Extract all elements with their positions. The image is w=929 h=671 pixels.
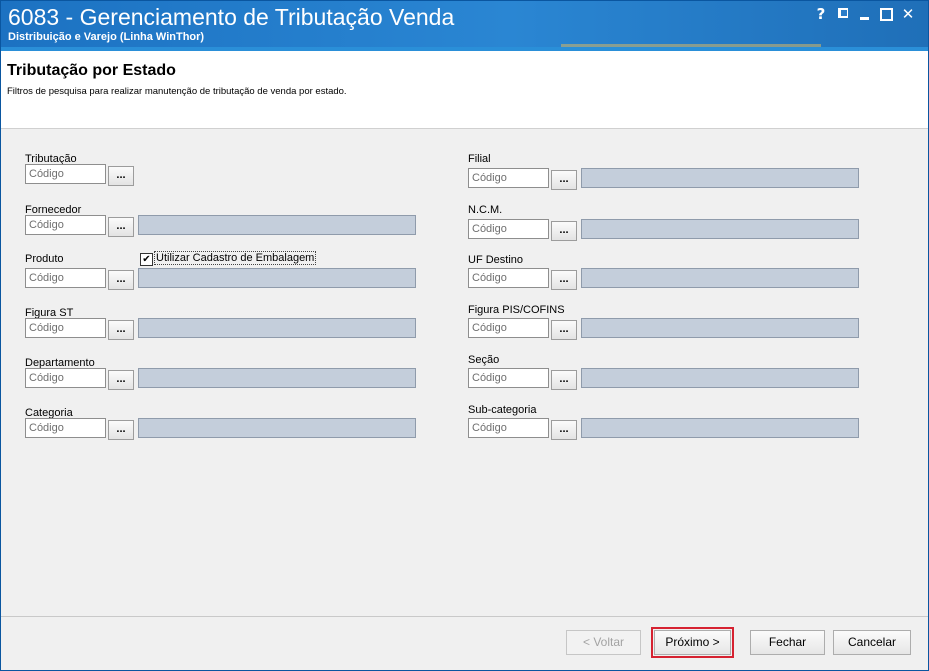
restore-icon bbox=[838, 8, 848, 18]
ncm-code-input[interactable] bbox=[468, 219, 549, 239]
categoria-description-field bbox=[138, 418, 416, 438]
page-description: Filtros de pesquisa para realizar manute… bbox=[7, 86, 347, 97]
cancel-button[interactable]: Cancelar bbox=[833, 630, 911, 655]
filial-label: Filial bbox=[468, 153, 491, 165]
close-button[interactable]: ✕ bbox=[898, 5, 918, 23]
filial-description-field bbox=[581, 168, 859, 188]
sub-categoria-code-input[interactable] bbox=[468, 418, 549, 438]
figura-pis-cofins-description-field bbox=[581, 318, 859, 338]
sub-categoria-description-field bbox=[581, 418, 859, 438]
maximize-icon bbox=[880, 8, 893, 21]
uf-destino-code-input[interactable] bbox=[468, 268, 549, 288]
page-title: Tributação por Estado bbox=[7, 62, 176, 79]
categoria-lookup-button[interactable]: ... bbox=[108, 420, 134, 440]
window-title: 6083 - Gerenciamento de Tributação Venda bbox=[8, 4, 455, 30]
sub-categoria-lookup-button[interactable]: ... bbox=[551, 420, 577, 440]
minimize-icon bbox=[860, 17, 869, 20]
next-button[interactable]: Próximo > bbox=[651, 627, 734, 658]
departamento-description-field bbox=[138, 368, 416, 388]
title-bar[interactable]: 6083 - Gerenciamento de Tributação Venda… bbox=[1, 1, 928, 47]
help-button[interactable]: ? bbox=[811, 5, 831, 23]
filter-form: Tributação ... Fornecedor ... Produto ..… bbox=[1, 129, 928, 616]
figura-pis-cofins-lookup-button[interactable]: ... bbox=[551, 320, 577, 340]
figura-st-code-input[interactable] bbox=[25, 318, 106, 338]
filial-lookup-button[interactable]: ... bbox=[551, 170, 577, 190]
figura-pis-cofins-label: Figura PIS/COFINS bbox=[468, 304, 565, 316]
figura-st-lookup-button[interactable]: ... bbox=[108, 320, 134, 340]
secao-description-field bbox=[581, 368, 859, 388]
secao-code-input[interactable] bbox=[468, 368, 549, 388]
departamento-code-input[interactable] bbox=[25, 368, 106, 388]
figura-st-description-field bbox=[138, 318, 416, 338]
sub-categoria-label: Sub-categoria bbox=[468, 404, 537, 416]
fornecedor-code-input[interactable] bbox=[25, 215, 106, 235]
filial-code-input[interactable] bbox=[468, 168, 549, 188]
secao-label: Seção bbox=[468, 354, 500, 366]
uf-destino-lookup-button[interactable]: ... bbox=[551, 270, 577, 290]
tributacao-code-input[interactable] bbox=[25, 164, 106, 184]
fornecedor-lookup-button[interactable]: ... bbox=[108, 217, 134, 237]
wizard-header: Tributação por Estado Filtros de pesquis… bbox=[1, 47, 928, 129]
categoria-code-input[interactable] bbox=[25, 418, 106, 438]
close-dialog-button[interactable]: Fechar bbox=[750, 630, 825, 655]
produto-description-field bbox=[138, 268, 416, 288]
checkbox-checked-icon[interactable]: ✔ bbox=[140, 253, 153, 266]
ncm-description-field bbox=[581, 219, 859, 239]
ncm-label: N.C.M. bbox=[468, 204, 503, 216]
departamento-lookup-button[interactable]: ... bbox=[108, 370, 134, 390]
produto-code-input[interactable] bbox=[25, 268, 106, 288]
tributacao-lookup-button[interactable]: ... bbox=[108, 166, 134, 186]
back-button[interactable]: < Voltar bbox=[566, 630, 641, 655]
utilizar-cadastro-embalagem-label[interactable]: Utilizar Cadastro de Embalagem bbox=[153, 251, 317, 265]
figura-pis-cofins-code-input[interactable] bbox=[468, 318, 549, 338]
application-window: 6083 - Gerenciamento de Tributação Venda… bbox=[0, 0, 929, 671]
uf-destino-label: UF Destino bbox=[468, 254, 524, 266]
window-subtitle: Distribuição e Varejo (Linha WinThor) bbox=[8, 31, 205, 43]
secao-lookup-button[interactable]: ... bbox=[551, 370, 577, 390]
restore-layout-button[interactable] bbox=[834, 5, 854, 23]
minimize-button[interactable] bbox=[855, 5, 875, 23]
wizard-footer: < Voltar Próximo > Fechar Cancelar bbox=[1, 616, 928, 670]
maximize-button[interactable] bbox=[876, 5, 896, 23]
produto-label: Produto bbox=[25, 253, 64, 265]
uf-destino-description-field bbox=[581, 268, 859, 288]
ncm-lookup-button[interactable]: ... bbox=[551, 221, 577, 241]
produto-lookup-button[interactable]: ... bbox=[108, 270, 134, 290]
fornecedor-description-field bbox=[138, 215, 416, 235]
